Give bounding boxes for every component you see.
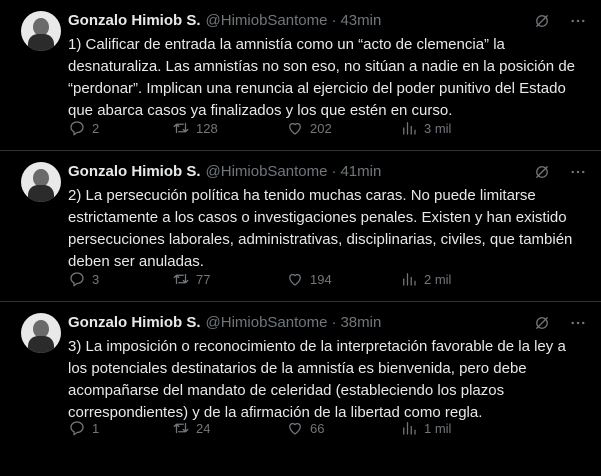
retweet-button[interactable]: 24: [172, 419, 286, 437]
reply-count: 3: [92, 271, 100, 287]
reply-icon: [70, 121, 84, 136]
reply-icon: [70, 421, 84, 436]
more-icon[interactable]: [569, 163, 587, 181]
separator-dot: ·: [331, 313, 337, 331]
tweet-time[interactable]: 43min: [340, 12, 381, 29]
avatar[interactable]: [21, 11, 61, 51]
grok-icon[interactable]: [533, 12, 551, 30]
tweet-header: Gonzalo Himiob S. @HimiobSantome · 43min: [68, 10, 587, 30]
more-icon[interactable]: [569, 314, 587, 332]
separator-dot: ·: [331, 162, 337, 180]
tweet-header: Gonzalo Himiob S. @HimiobSantome · 41min: [68, 161, 587, 181]
retweet-icon: [173, 122, 189, 134]
like-button[interactable]: 194: [286, 270, 400, 288]
tweet[interactable]: Gonzalo Himiob S. @HimiobSantome · 38min…: [0, 302, 601, 475]
grok-icon[interactable]: [533, 314, 551, 332]
tweet-time[interactable]: 41min: [340, 163, 381, 180]
views-button[interactable]: 1 mil: [400, 419, 514, 437]
reply-button[interactable]: 1: [68, 419, 172, 437]
view-count: 2 mil: [424, 271, 452, 287]
author-name[interactable]: Gonzalo Himiob S.: [68, 12, 201, 29]
tweet-text: 2) La persecución política ha tenido muc…: [68, 187, 573, 270]
tweet-header: Gonzalo Himiob S. @HimiobSantome · 38min: [68, 312, 587, 332]
views-icon: [403, 422, 416, 435]
like-count: 202: [310, 120, 332, 136]
heart-icon: [289, 122, 301, 135]
tweet-text: 3) La imposición o reconocimiento de la …: [68, 338, 566, 421]
like-button[interactable]: 202: [286, 119, 400, 137]
reply-icon: [70, 272, 84, 287]
retweet-count: 128: [196, 120, 218, 136]
retweet-icon: [173, 422, 189, 434]
reply-count: 1: [92, 420, 100, 436]
tweet-actions: 3 77 194 2 mil: [68, 270, 588, 288]
views-icon: [403, 273, 416, 286]
retweet-count: 77: [196, 271, 211, 287]
retweet-button[interactable]: 128: [172, 119, 286, 137]
reply-button[interactable]: 3: [68, 270, 172, 288]
retweet-button[interactable]: 77: [172, 270, 286, 288]
timeline: Gonzalo Himiob S. @HimiobSantome · 43min…: [0, 0, 601, 475]
author-handle[interactable]: @HimiobSantome: [206, 163, 328, 180]
author-handle[interactable]: @HimiobSantome: [206, 314, 328, 331]
retweet-icon: [173, 273, 189, 285]
views-icon: [403, 122, 416, 135]
reply-button[interactable]: 2: [68, 119, 172, 137]
like-count: 194: [310, 271, 332, 287]
like-count: 66: [310, 420, 325, 436]
tweet-time[interactable]: 38min: [340, 314, 381, 331]
author-handle[interactable]: @HimiobSantome: [206, 12, 328, 29]
retweet-count: 24: [196, 420, 211, 436]
grok-icon[interactable]: [533, 163, 551, 181]
reply-count: 2: [92, 120, 100, 136]
tweet[interactable]: Gonzalo Himiob S. @HimiobSantome · 43min…: [0, 0, 601, 151]
views-button[interactable]: 2 mil: [400, 270, 514, 288]
heart-icon: [289, 422, 301, 435]
more-icon[interactable]: [569, 12, 587, 30]
like-button[interactable]: 66: [286, 419, 400, 437]
tweet-actions: 2 128 202 3 mil: [68, 119, 588, 137]
author-name[interactable]: Gonzalo Himiob S.: [68, 163, 201, 180]
author-name[interactable]: Gonzalo Himiob S.: [68, 314, 201, 331]
view-count: 3 mil: [424, 120, 452, 136]
tweet-text: 1) Calificar de entrada la amnistía como…: [68, 36, 575, 119]
views-button[interactable]: 3 mil: [400, 119, 514, 137]
tweet-actions: 1 24 66 1 mil: [68, 419, 588, 437]
separator-dot: ·: [331, 11, 337, 29]
heart-icon: [289, 273, 301, 286]
view-count: 1 mil: [424, 420, 452, 436]
tweet[interactable]: Gonzalo Himiob S. @HimiobSantome · 41min…: [0, 151, 601, 302]
avatar[interactable]: [21, 313, 61, 353]
avatar[interactable]: [21, 162, 61, 202]
